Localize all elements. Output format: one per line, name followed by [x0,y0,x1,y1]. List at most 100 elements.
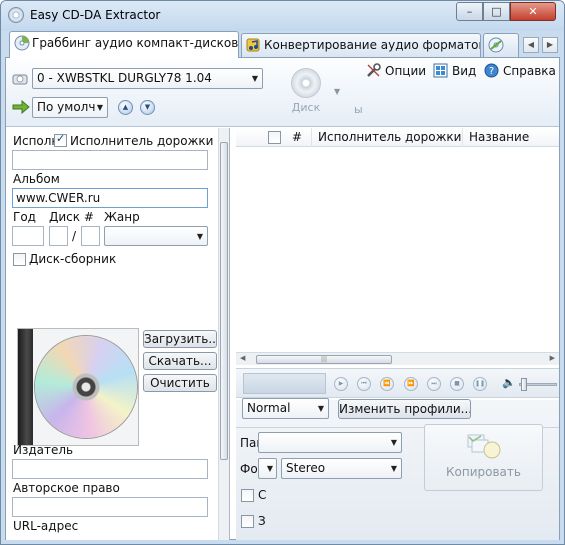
cd-case-spine [18,329,33,445]
track-panel: # Исполнитель дорожки Название ◀ ||| ▶ ▶… [236,128,559,540]
option-checkbox-2[interactable] [241,515,254,528]
move-up-button[interactable]: ▲ [118,100,133,115]
scroll-left-arrow[interactable]: ◀ [240,354,245,362]
path-select[interactable]: ▼ [258,432,402,453]
channels-select-value: Stereo [286,461,326,475]
copy-button-label: Копировать [446,465,521,479]
volume-slider-thumb[interactable] [521,378,527,391]
output-settings: Normal ▼ Изменить профили... Пап ▼ Фор ▼… [236,398,559,540]
volume-icon: 🔈 [502,376,516,389]
pause-button[interactable]: ❚❚ [473,377,487,391]
disc-number-field[interactable] [49,226,68,246]
path-label: Пап [240,436,260,450]
svg-text:?: ? [489,66,494,77]
tab-strip: Граббинг аудио компакт-дисков Конвертиро… [5,31,561,58]
metadata-panel: Исполн Исполнитель дорожки » Альбом www.… [6,128,230,540]
track-list-hscrollbar[interactable]: ◀ ||| ▶ [236,352,559,365]
artist-field[interactable] [12,150,208,170]
tab-audio-convert[interactable]: Конвертирование аудио форматов [241,33,481,57]
tab-scroll-right-button[interactable]: ▶ [542,37,558,53]
copyright-field[interactable] [12,497,208,517]
help-label: Справка [503,64,556,78]
arrow-right-icon [12,100,30,114]
metadata-scrollbar[interactable] [218,128,229,540]
help-icon: ? [484,63,499,78]
main-window: Easy CD-DA Extractor – □ ✕ Граббинг ауди… [0,0,565,545]
help-menu[interactable]: ? Справка [484,63,556,79]
sort-select[interactable]: По умолч ▼ [32,97,108,118]
view-menu[interactable]: Вид [433,63,476,79]
compilation-label: Диск-сборник [29,252,117,266]
option-checkbox-1[interactable] [241,489,254,502]
move-down-button[interactable]: ▼ [140,100,155,115]
format-label: Фор [240,462,260,476]
channels-select[interactable]: Stereo ▼ [281,458,402,479]
tab-cd-ripping[interactable]: Граббинг аудио компакт-дисков [9,31,239,58]
track-list[interactable] [236,148,559,352]
edit-profiles-button[interactable]: Изменить профили... [338,399,471,419]
chevron-down-icon: ▼ [390,438,397,447]
download-cover-button[interactable]: Скачать... [143,352,217,370]
genre-select[interactable]: ▼ [104,226,208,246]
tab-label: Граббинг аудио компакт-дисков [32,36,239,50]
publisher-field[interactable] [12,459,208,479]
copy-button[interactable]: Копировать [424,424,543,491]
disc-total-field[interactable] [81,226,100,246]
view-label: Вид [452,64,477,78]
cd-disc-image [35,336,137,438]
close-button[interactable]: ✕ [510,2,556,21]
minimize-button[interactable]: – [456,2,483,21]
format-select[interactable]: ▼ [258,458,277,479]
toolbar-truncated-label: ы [354,103,363,116]
wrench-icon [367,63,381,77]
tab-scroll-left-button[interactable]: ◀ [523,37,539,53]
next-button[interactable]: ⏭ [427,377,441,391]
cd-burn-icon [488,37,504,53]
chevron-down-icon: ▼ [390,464,397,473]
compilation-checkbox[interactable] [13,253,26,266]
album-field[interactable]: www.CWER.ru [12,188,208,208]
maximize-button[interactable]: □ [483,2,510,21]
app-cd-icon [8,7,24,23]
chevron-down-icon: ▼ [317,404,324,413]
column-title[interactable]: Название [463,128,559,147]
disc-button[interactable]: Диск [281,66,331,118]
scrollbar-thumb[interactable]: ||| [256,355,392,364]
disc-dropdown-arrow[interactable]: ▼ [334,87,340,96]
scrollbar-thumb[interactable] [220,142,228,460]
window-title: Easy CD-DA Extractor [30,8,161,22]
toolbar: 0 - XWBSTKL DURGLY78 1.04 ▼ По умолч ▼ ▲… [6,58,559,127]
scroll-right-arrow[interactable]: ▶ [550,354,555,362]
genre-label: Жанр [104,210,140,224]
album-cover-art[interactable] [17,328,139,446]
volume-slider[interactable] [519,378,557,391]
tab-cd-burn[interactable] [483,33,519,57]
drive-select[interactable]: 0 - XWBSTKL DURGLY78 1.04 ▼ [32,68,263,89]
chevron-down-icon: ▼ [196,232,203,241]
sort-select-value: По умолч [37,100,96,114]
load-cover-button[interactable]: Загрузить... [143,330,217,348]
column-track-artist[interactable]: Исполнитель дорожки [312,128,463,147]
options-menu[interactable]: Опции [366,63,426,79]
player-bar: ▶ ⏮ ⏪ ⏩ ⏭ ■ ❚❚ 🔈 [236,368,559,398]
option-checkbox-1-label: С [258,488,267,502]
track-artist-checkbox-label: Исполнитель дорожки » [70,134,225,148]
rewind-button[interactable]: ⏪ [380,377,394,391]
artist-label: Исполн [13,134,55,148]
stop-button[interactable]: ■ [450,377,464,391]
clear-cover-button[interactable]: Очистить [143,374,217,392]
disc-button-label: Диск [291,101,321,114]
column-number[interactable]: # [286,128,312,147]
previous-button[interactable]: ⏮ [357,377,371,391]
chevron-down-icon: ▼ [96,103,103,112]
drive-select-value: 0 - XWBSTKL DURGLY78 1.04 [37,71,212,85]
profile-select-value: Normal [247,401,291,415]
fast-forward-button[interactable]: ⏩ [404,377,418,391]
profile-select[interactable]: Normal ▼ [242,398,329,419]
track-artist-checkbox[interactable] [54,132,67,147]
play-button[interactable]: ▶ [334,377,348,391]
year-field[interactable] [12,226,44,246]
select-all-checkbox[interactable] [268,131,281,144]
copyright-label: Авторское право [13,481,120,495]
disc-separator: / [72,229,77,243]
